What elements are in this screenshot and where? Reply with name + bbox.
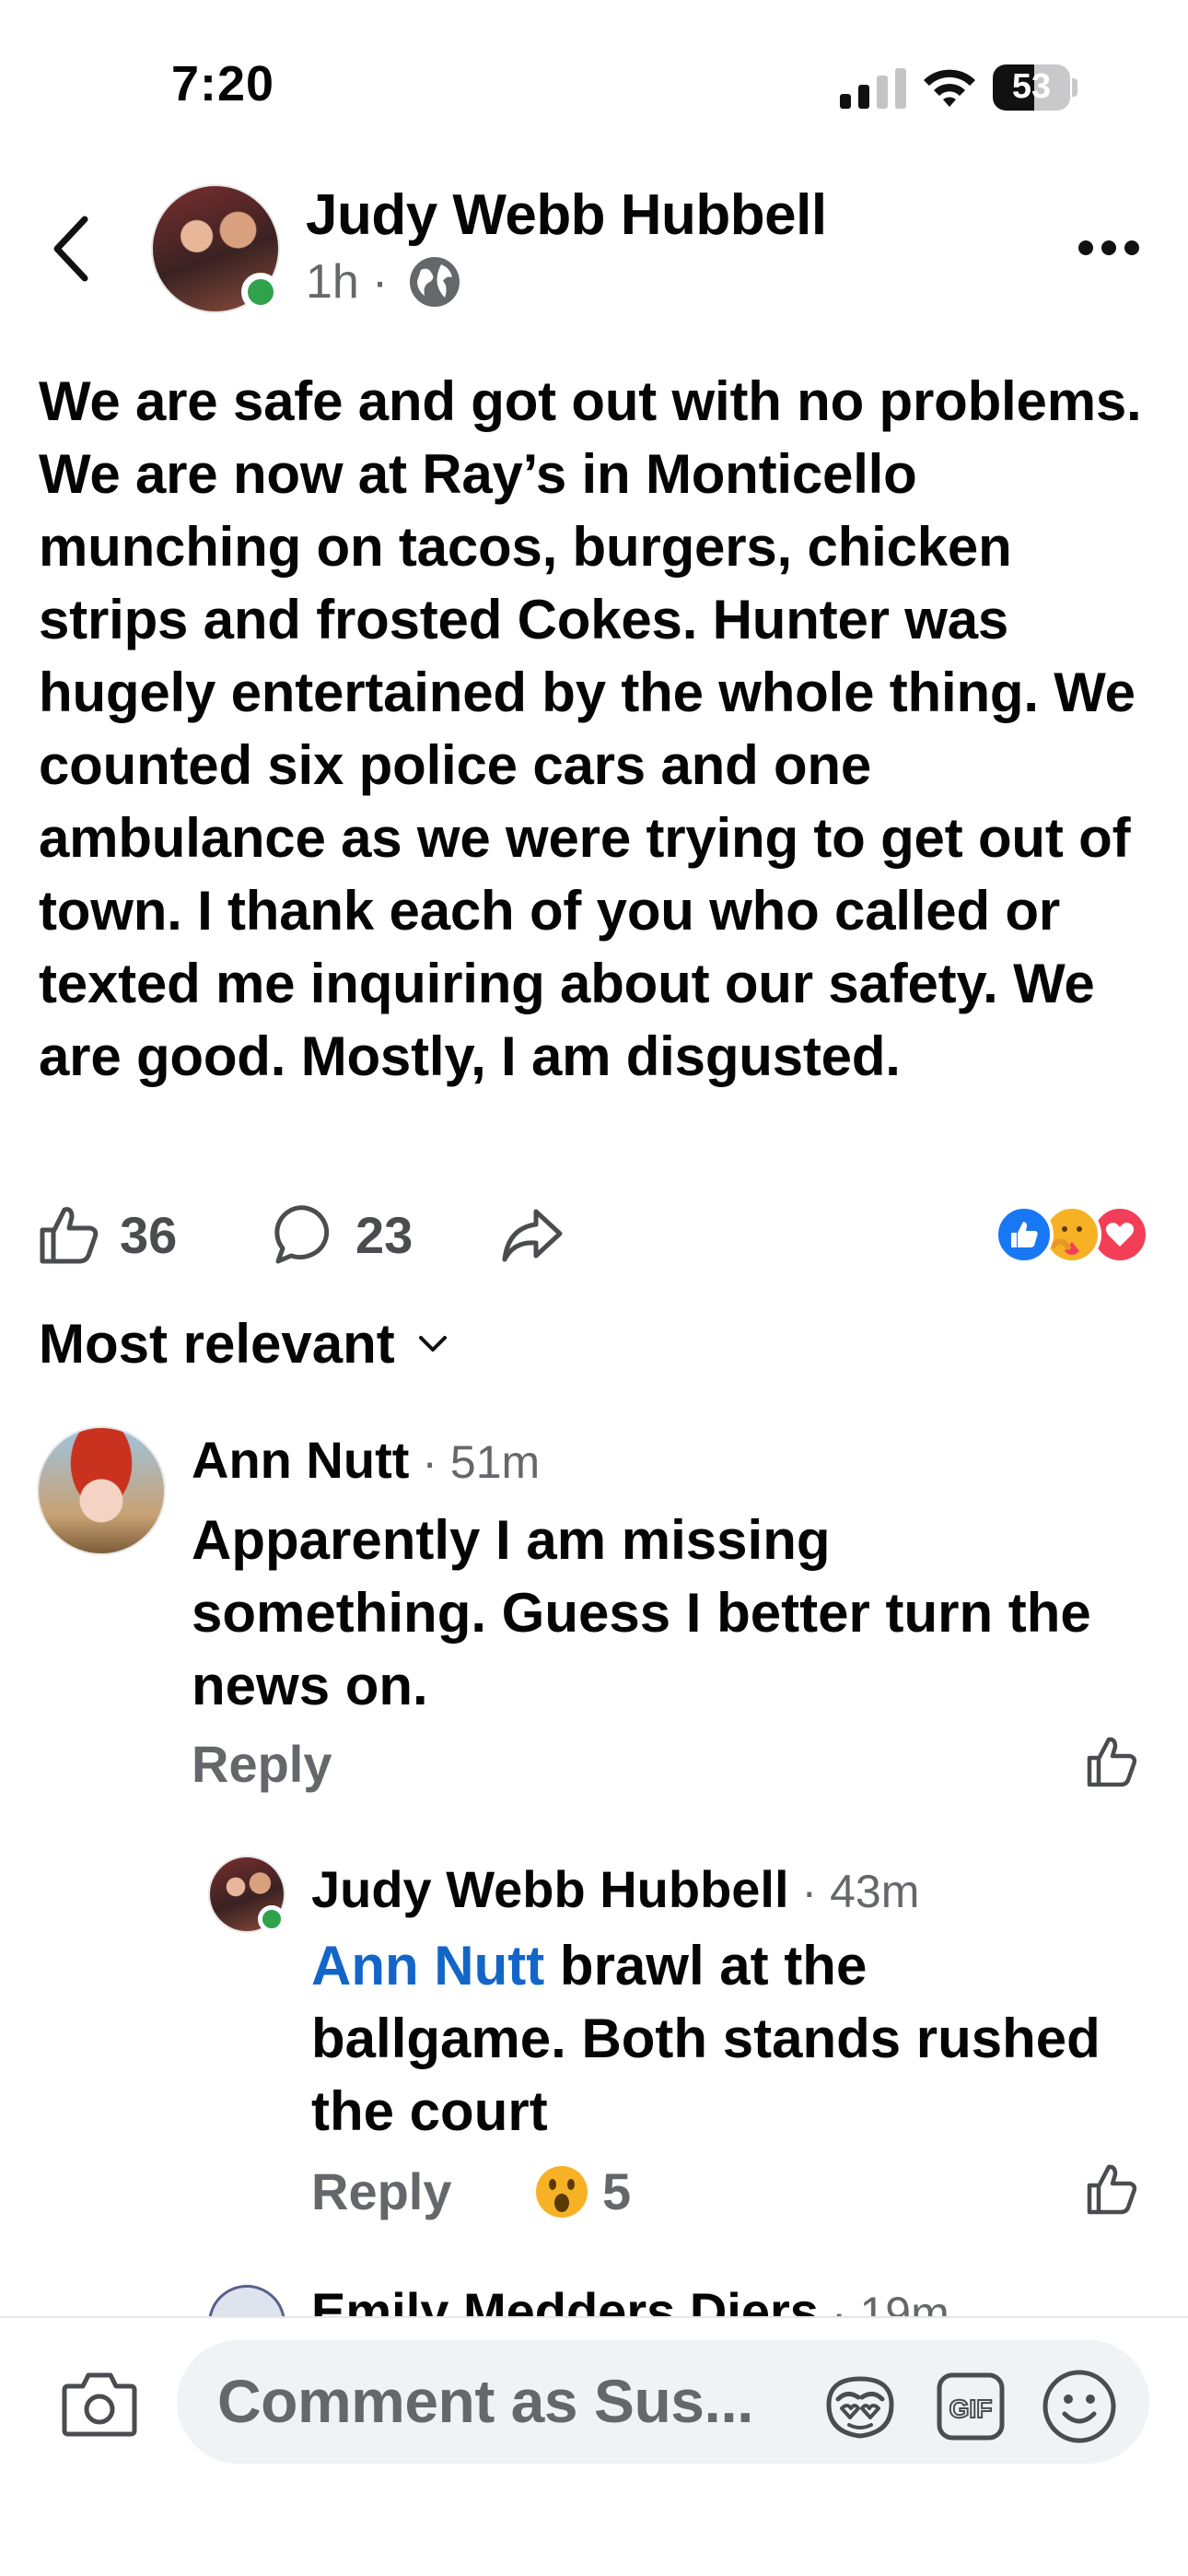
commenter-name[interactable]: Ann Nutt (192, 1430, 409, 1490)
comment-count: 23 (355, 1205, 413, 1264)
online-status-dot (258, 1905, 285, 1933)
battery-icon: 53 (993, 64, 1077, 111)
post-time[interactable]: 1h (306, 254, 359, 310)
comment-time: · 51m (422, 1436, 541, 1488)
comment-time: · 43m (801, 1866, 920, 1917)
battery-level: 53 (1011, 67, 1052, 106)
status-time: 7:20 (171, 56, 275, 111)
reaction-summary[interactable] (995, 1205, 1151, 1264)
globe-icon (410, 257, 460, 307)
wow-reaction-icon (536, 2165, 588, 2218)
comment-like-icon[interactable] (1085, 1734, 1140, 1789)
like-count: 36 (120, 1205, 178, 1264)
comment-button[interactable]: 23 (273, 1198, 413, 1271)
wifi-icon (924, 69, 975, 107)
emoji-icon[interactable] (1041, 2368, 1118, 2445)
gif-icon[interactable]: GIF (936, 2371, 1006, 2441)
chevron-down-icon (418, 1335, 447, 1352)
comment-header: Judy Webb Hubbell · 43m (311, 1859, 919, 1919)
thumbs-up-icon (40, 1207, 99, 1264)
share-button[interactable] (499, 1198, 564, 1271)
reply-button[interactable]: Reply (192, 1734, 332, 1794)
online-status-dot (241, 273, 280, 311)
svg-text:GIF: GIF (949, 2395, 993, 2423)
reply-button[interactable]: Reply (311, 2161, 452, 2221)
like-button[interactable]: 36 (37, 1198, 177, 1271)
post-body: We are safe and got out with no problems… (39, 370, 1142, 1087)
comment-bubble-icon (274, 1205, 330, 1264)
camera-icon[interactable] (61, 2368, 138, 2438)
sort-label: Most relevant (39, 1313, 395, 1375)
post-author-name[interactable]: Judy Webb Hubbell (306, 182, 827, 248)
meta-separator: · (371, 255, 389, 309)
back-chevron-icon[interactable] (48, 214, 94, 284)
comment-text: Ann Nutt brawl at the ballgame. Both sta… (311, 1929, 1122, 2148)
comment-sort-dropdown[interactable]: Most relevant (39, 1312, 448, 1376)
cellular-signal-icon (840, 68, 906, 109)
like-reaction-icon (995, 1205, 1054, 1264)
reaction-count: 5 (602, 2162, 632, 2220)
mention-link[interactable]: Ann Nutt (311, 1935, 544, 1996)
comment-input-placeholder: Comment as Sus... (217, 2367, 754, 2435)
comment-header: Ann Nutt · 51m (192, 1430, 540, 1490)
commenter-name[interactable]: Judy Webb Hubbell (311, 1859, 789, 1919)
comment-reaction-summary[interactable]: 5 (534, 2161, 631, 2221)
comment-like-icon[interactable] (1085, 2161, 1140, 2217)
avatar-sticker-icon[interactable] (823, 2371, 897, 2441)
share-arrow-icon (502, 1209, 563, 1262)
comment-text: Apparently I am missing something. Guess… (192, 1509, 1091, 1716)
more-options-icon[interactable] (1077, 238, 1140, 258)
post-meta: 1h · (306, 254, 461, 310)
commenter-avatar[interactable] (37, 1426, 166, 1555)
